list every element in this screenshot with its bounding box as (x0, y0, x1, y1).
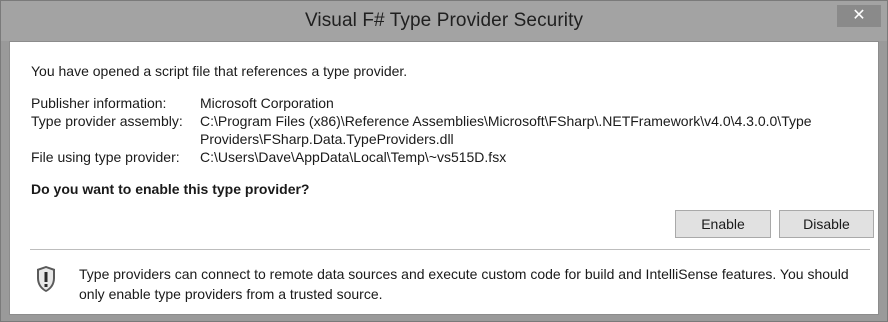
publisher-value: Microsoft Corporation (200, 95, 334, 111)
close-button[interactable]: ✕ (837, 5, 881, 27)
file-row: File using type provider: C:\Users\Dave\… (31, 148, 850, 166)
enable-question: Do you want to enable this type provider… (31, 181, 310, 197)
file-label: File using type provider: (31, 149, 180, 165)
publisher-label: Publisher information: (31, 95, 167, 111)
intro-text: You have opened a script file that refer… (31, 63, 408, 79)
window-title: Visual F# Type Provider Security (304, 10, 584, 31)
publisher-row: Publisher information: Microsoft Corpora… (31, 94, 850, 112)
shield-warning-icon (37, 266, 55, 292)
file-value: C:\Users\Dave\AppData\Local\Temp\~vs515D… (200, 149, 507, 165)
provider-info: Publisher information: Microsoft Corpora… (31, 94, 850, 166)
warning-text: Type providers can connect to remote dat… (79, 266, 849, 302)
divider (30, 249, 870, 250)
assembly-value: C:\Program Files (x86)\Reference Assembl… (200, 113, 812, 147)
dialog-window: Visual F# Type Provider Security ✕ You h… (0, 0, 888, 322)
disable-button[interactable]: Disable (779, 210, 874, 238)
assembly-row: Type provider assembly: C:\Program Files… (31, 112, 850, 148)
close-icon: ✕ (852, 7, 866, 24)
enable-button[interactable]: Enable (675, 210, 771, 238)
assembly-label: Type provider assembly: (31, 113, 183, 129)
dialog-body: You have opened a script file that refer… (9, 41, 879, 315)
title-bar[interactable]: Visual F# Type Provider Security ✕ (1, 1, 887, 41)
